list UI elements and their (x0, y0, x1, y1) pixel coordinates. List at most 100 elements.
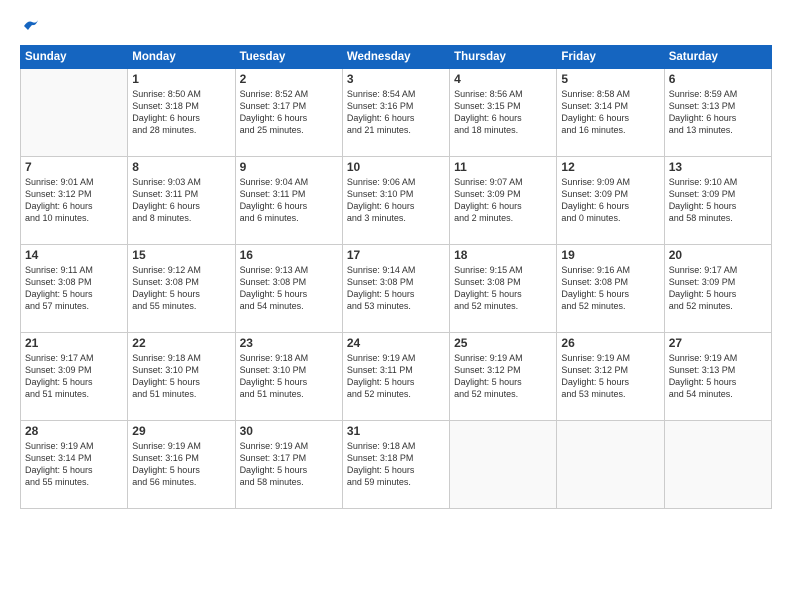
day-number: 25 (454, 336, 552, 350)
header (20, 18, 772, 37)
calendar-cell: 1Sunrise: 8:50 AM Sunset: 3:18 PM Daylig… (128, 69, 235, 157)
cell-content: Sunrise: 9:18 AM Sunset: 3:10 PM Dayligh… (132, 352, 230, 401)
cell-content: Sunrise: 8:56 AM Sunset: 3:15 PM Dayligh… (454, 88, 552, 137)
col-header-thursday: Thursday (450, 46, 557, 69)
day-number: 18 (454, 248, 552, 262)
day-number: 21 (25, 336, 123, 350)
day-number: 3 (347, 72, 445, 86)
day-number: 10 (347, 160, 445, 174)
cell-content: Sunrise: 9:19 AM Sunset: 3:17 PM Dayligh… (240, 440, 338, 489)
calendar-cell: 15Sunrise: 9:12 AM Sunset: 3:08 PM Dayli… (128, 245, 235, 333)
calendar-cell: 21 Sunrise: 9:17 AM Sunset: 3:09 PM Dayli… (21, 333, 128, 421)
calendar-cell: 30 Sunrise: 9:19 AM Sunset: 3:17 PM Dayli… (235, 421, 342, 509)
cell-content: Sunrise: 9:01 AM Sunset: 3:12 PM Dayligh… (25, 176, 123, 225)
cell-content: Sunrise: 9:19 AM Sunset: 3:14 PM Dayligh… (25, 440, 123, 489)
day-number: 31 (347, 424, 445, 438)
day-number: 5 (561, 72, 659, 86)
cell-content: Sunrise: 8:58 AM Sunset: 3:14 PM Dayligh… (561, 88, 659, 137)
calendar-cell: 4 Sunrise: 8:56 AM Sunset: 3:15 PM Daylig… (450, 69, 557, 157)
page: SundayMondayTuesdayWednesdayThursdayFrid… (0, 0, 792, 612)
day-number: 13 (669, 160, 767, 174)
calendar-cell: 27 Sunrise: 9:19 AM Sunset: 3:13 PM Dayli… (664, 333, 771, 421)
week-row-2: 14 Sunrise: 9:11 AM Sunset: 3:08 PM Dayli… (21, 245, 772, 333)
cell-content: Sunrise: 9:12 AM Sunset: 3:08 PM Dayligh… (132, 264, 230, 313)
cell-content: Sunrise: 9:17 AM Sunset: 3:09 PM Dayligh… (669, 264, 767, 313)
day-number: 11 (454, 160, 552, 174)
calendar-cell: 18 Sunrise: 9:15 AM Sunset: 3:08 PM Dayli… (450, 245, 557, 333)
cell-content: Sunrise: 9:19 AM Sunset: 3:12 PM Dayligh… (561, 352, 659, 401)
week-row-3: 21 Sunrise: 9:17 AM Sunset: 3:09 PM Dayli… (21, 333, 772, 421)
calendar-cell: 10 Sunrise: 9:06 AM Sunset: 3:10 PM Dayli… (342, 157, 449, 245)
cell-content: Sunrise: 9:15 AM Sunset: 3:08 PM Dayligh… (454, 264, 552, 313)
calendar-cell: 22 Sunrise: 9:18 AM Sunset: 3:10 PM Dayli… (128, 333, 235, 421)
calendar-cell: 17Sunrise: 9:14 AM Sunset: 3:08 PM Dayli… (342, 245, 449, 333)
cell-content: Sunrise: 9:04 AM Sunset: 3:11 PM Dayligh… (240, 176, 338, 225)
day-number: 17 (347, 248, 445, 262)
cell-content: Sunrise: 8:54 AM Sunset: 3:16 PM Dayligh… (347, 88, 445, 137)
calendar-cell: 7Sunrise: 9:01 AM Sunset: 3:12 PM Daylig… (21, 157, 128, 245)
week-row-1: 7Sunrise: 9:01 AM Sunset: 3:12 PM Daylig… (21, 157, 772, 245)
day-number: 1 (132, 72, 230, 86)
col-header-wednesday: Wednesday (342, 46, 449, 69)
cell-content: Sunrise: 9:06 AM Sunset: 3:10 PM Dayligh… (347, 176, 445, 225)
cell-content: Sunrise: 9:18 AM Sunset: 3:10 PM Dayligh… (240, 352, 338, 401)
cell-content: Sunrise: 9:19 AM Sunset: 3:16 PM Dayligh… (132, 440, 230, 489)
cell-content: Sunrise: 9:03 AM Sunset: 3:11 PM Dayligh… (132, 176, 230, 225)
day-number: 30 (240, 424, 338, 438)
calendar-cell: 31 Sunrise: 9:18 AM Sunset: 3:18 PM Dayli… (342, 421, 449, 509)
calendar-cell: 20 Sunrise: 9:17 AM Sunset: 3:09 PM Dayli… (664, 245, 771, 333)
day-number: 22 (132, 336, 230, 350)
cell-content: Sunrise: 9:17 AM Sunset: 3:09 PM Dayligh… (25, 352, 123, 401)
calendar-cell: 12 Sunrise: 9:09 AM Sunset: 3:09 PM Dayli… (557, 157, 664, 245)
day-number: 8 (132, 160, 230, 174)
calendar-cell: 11 Sunrise: 9:07 AM Sunset: 3:09 PM Dayli… (450, 157, 557, 245)
day-number: 20 (669, 248, 767, 262)
cell-content: Sunrise: 9:11 AM Sunset: 3:08 PM Dayligh… (25, 264, 123, 313)
calendar-cell (664, 421, 771, 509)
col-header-friday: Friday (557, 46, 664, 69)
col-header-tuesday: Tuesday (235, 46, 342, 69)
day-number: 28 (25, 424, 123, 438)
col-header-monday: Monday (128, 46, 235, 69)
cell-content: Sunrise: 9:13 AM Sunset: 3:08 PM Dayligh… (240, 264, 338, 313)
day-number: 23 (240, 336, 338, 350)
calendar-table: SundayMondayTuesdayWednesdayThursdayFrid… (20, 45, 772, 509)
calendar-cell: 9 Sunrise: 9:04 AM Sunset: 3:11 PM Daylig… (235, 157, 342, 245)
calendar-cell: 19 Sunrise: 9:16 AM Sunset: 3:08 PM Dayli… (557, 245, 664, 333)
calendar-cell: 29Sunrise: 9:19 AM Sunset: 3:16 PM Dayli… (128, 421, 235, 509)
cell-content: Sunrise: 9:16 AM Sunset: 3:08 PM Dayligh… (561, 264, 659, 313)
cell-content: Sunrise: 9:10 AM Sunset: 3:09 PM Dayligh… (669, 176, 767, 225)
week-row-4: 28 Sunrise: 9:19 AM Sunset: 3:14 PM Dayli… (21, 421, 772, 509)
logo-text (20, 18, 40, 37)
cell-content: Sunrise: 9:07 AM Sunset: 3:09 PM Dayligh… (454, 176, 552, 225)
calendar-cell (450, 421, 557, 509)
day-number: 14 (25, 248, 123, 262)
calendar-header-row: SundayMondayTuesdayWednesdayThursdayFrid… (21, 46, 772, 69)
cell-content: Sunrise: 9:19 AM Sunset: 3:11 PM Dayligh… (347, 352, 445, 401)
calendar-cell: 24Sunrise: 9:19 AM Sunset: 3:11 PM Dayli… (342, 333, 449, 421)
calendar-cell: 26Sunrise: 9:19 AM Sunset: 3:12 PM Dayli… (557, 333, 664, 421)
cell-content: Sunrise: 9:19 AM Sunset: 3:13 PM Dayligh… (669, 352, 767, 401)
calendar-cell: 2 Sunrise: 8:52 AM Sunset: 3:17 PM Daylig… (235, 69, 342, 157)
cell-content: Sunrise: 9:09 AM Sunset: 3:09 PM Dayligh… (561, 176, 659, 225)
calendar-cell: 3 Sunrise: 8:54 AM Sunset: 3:16 PM Daylig… (342, 69, 449, 157)
day-number: 2 (240, 72, 338, 86)
day-number: 27 (669, 336, 767, 350)
day-number: 16 (240, 248, 338, 262)
week-row-0: 1Sunrise: 8:50 AM Sunset: 3:18 PM Daylig… (21, 69, 772, 157)
calendar-cell (557, 421, 664, 509)
calendar-cell: 13 Sunrise: 9:10 AM Sunset: 3:09 PM Dayli… (664, 157, 771, 245)
day-number: 4 (454, 72, 552, 86)
col-header-sunday: Sunday (21, 46, 128, 69)
day-number: 12 (561, 160, 659, 174)
calendar-cell: 23 Sunrise: 9:18 AM Sunset: 3:10 PM Dayli… (235, 333, 342, 421)
calendar-cell (21, 69, 128, 157)
cell-content: Sunrise: 9:18 AM Sunset: 3:18 PM Dayligh… (347, 440, 445, 489)
cell-content: Sunrise: 8:52 AM Sunset: 3:17 PM Dayligh… (240, 88, 338, 137)
day-number: 9 (240, 160, 338, 174)
col-header-saturday: Saturday (664, 46, 771, 69)
calendar-cell: 6Sunrise: 8:59 AM Sunset: 3:13 PM Daylig… (664, 69, 771, 157)
day-number: 19 (561, 248, 659, 262)
bird-icon (22, 18, 40, 37)
day-number: 6 (669, 72, 767, 86)
